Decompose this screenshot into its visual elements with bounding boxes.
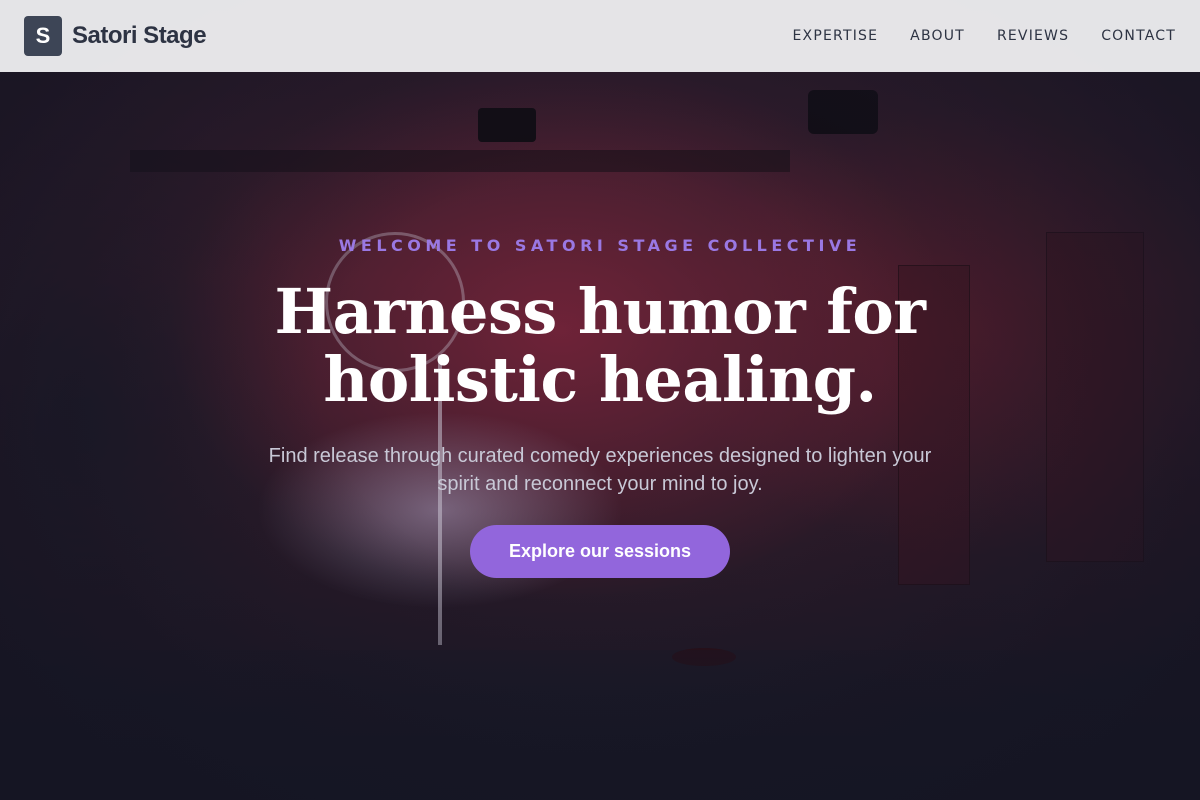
main-nav: EXPERTISE ABOUT REVIEWS CONTACT (793, 28, 1176, 44)
page: S Satori Stage EXPERTISE ABOUT REVIEWS C… (0, 0, 1200, 800)
nav-link-reviews[interactable]: REVIEWS (997, 28, 1069, 44)
nav-link-about[interactable]: ABOUT (910, 28, 965, 44)
nav-link-contact[interactable]: CONTACT (1101, 28, 1176, 44)
hero-section: WELCOME TO SATORI STAGE COLLECTIVE Harne… (0, 0, 1200, 800)
hero-eyebrow: WELCOME TO SATORI STAGE COLLECTIVE (338, 236, 862, 255)
logo-mark: S (24, 16, 62, 56)
brand-logo-link[interactable]: S Satori Stage (24, 16, 207, 56)
explore-sessions-button[interactable]: Explore our sessions (470, 525, 730, 578)
hero-subtitle: Find release through curated comedy expe… (268, 445, 932, 495)
site-header: S Satori Stage EXPERTISE ABOUT REVIEWS C… (0, 0, 1200, 72)
nav-link-expertise[interactable]: EXPERTISE (793, 28, 879, 44)
hero-headline: Harness humor for holistic healing. (274, 275, 926, 416)
brand-name: Satori Stage (72, 22, 207, 49)
